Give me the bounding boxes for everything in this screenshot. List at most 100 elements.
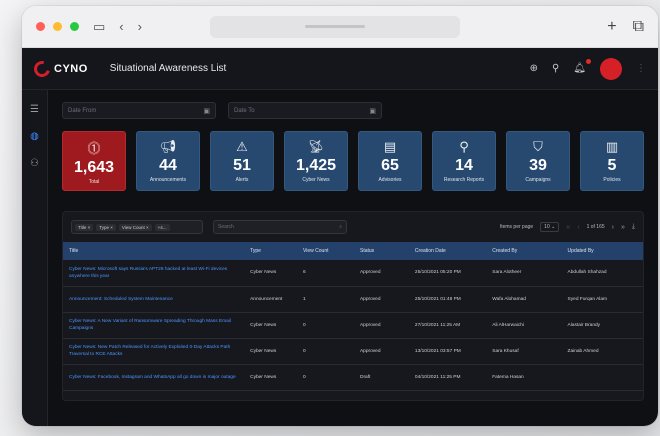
cyno-logo[interactable]: CYNO xyxy=(31,57,88,80)
row-title-link[interactable]: Announcement: Scheduled System Maintenan… xyxy=(63,286,245,313)
table-row[interactable]: Announcement: Scheduled System Maintenan… xyxy=(63,286,643,313)
row-title-link[interactable]: Cyber News: New Patch Released for Activ… xyxy=(63,338,245,365)
row-status: Draft xyxy=(353,364,409,391)
notifications-bell-icon[interactable]: 🔔︎ xyxy=(573,59,591,74)
search-icon[interactable]: ⌕ xyxy=(339,224,342,230)
table-toolbar: Title × Type × View Count × +4... Search… xyxy=(63,220,643,242)
minimize-window-button[interactable] xyxy=(53,22,62,31)
row-created-by: Ali AlHarwaichi xyxy=(486,312,562,339)
first-page-icon[interactable]: « xyxy=(566,224,570,231)
main-content: Date From ▣ Date To ▣ ⓵ 1,643 Total 📢︎ 4… xyxy=(48,90,658,426)
column-header-created-by[interactable]: Created By xyxy=(486,242,562,260)
column-header-title[interactable]: Title xyxy=(63,242,245,260)
column-header-view-count[interactable]: View Count xyxy=(297,242,354,260)
card-policies[interactable]: ▥ 5 Policies xyxy=(580,131,644,191)
bookmark-icon: ⛉ xyxy=(533,139,543,154)
calendar-icon[interactable]: ▣ xyxy=(203,107,210,115)
logo-text: CYNO xyxy=(54,62,88,75)
column-header-updated-by[interactable]: Updated By xyxy=(561,242,643,260)
back-icon[interactable]: ‹ xyxy=(119,19,123,34)
last-page-icon[interactable]: » xyxy=(621,224,625,231)
card-label: Policies xyxy=(603,177,621,183)
chip-view-count[interactable]: View Count × xyxy=(118,223,152,231)
card-advisories[interactable]: ▤ 65 Advisories xyxy=(358,131,422,191)
column-header-creation-date[interactable]: Creation Date xyxy=(408,242,487,260)
card-campaigns[interactable]: ⛉ 39 Campaigns xyxy=(506,131,570,191)
date-filters: Date From ▣ Date To ▣ xyxy=(62,102,644,119)
row-title-link[interactable]: Cyber News: A New Variant of Ransomware … xyxy=(63,312,245,339)
card-value: 1,643 xyxy=(73,158,115,176)
new-tab-icon[interactable]: + xyxy=(607,18,616,36)
chip-title[interactable]: Title × xyxy=(75,223,94,231)
calendar-icon[interactable]: ▣ xyxy=(369,107,376,115)
app-root: CYNO Situational Awareness List ⊕ ⚲ 🔔︎ ⋮… xyxy=(22,48,658,426)
row-created-by: Wafa Alohamad xyxy=(486,286,562,313)
row-created-by: Fatema Hasan xyxy=(486,364,562,391)
left-sidebar: ☰ ◍ ⚇ xyxy=(22,90,48,426)
card-value: 1,425 xyxy=(295,157,337,174)
column-filter-chips[interactable]: Title × Type × View Count × +4... xyxy=(71,220,203,234)
user-nav-icon[interactable]: ⚇ xyxy=(30,158,39,169)
address-bar[interactable] xyxy=(209,15,460,38)
table-row[interactable]: Cyber News: A New Variant of Ransomware … xyxy=(63,312,643,339)
table-row[interactable]: Cyber News: Facebook, Instagram and What… xyxy=(63,364,643,391)
next-page-icon[interactable]: › xyxy=(612,224,614,231)
row-created-by: Sara Alotheer xyxy=(486,260,562,287)
user-profile-icon[interactable]: ⚲ xyxy=(552,63,559,74)
alert-icon: ⚠︎ xyxy=(236,139,248,154)
card-value: 51 xyxy=(233,157,251,174)
date-from-input[interactable]: Date From ▣ xyxy=(62,102,216,119)
row-type: Cyber News xyxy=(244,338,298,365)
row-creation-date: 25/10/2021 05:20 PM xyxy=(408,260,487,287)
menu-hamburger-icon[interactable]: ☰ xyxy=(30,104,39,115)
card-cyber-news[interactable]: 📡︎ 1,425 Cyber News xyxy=(284,131,348,191)
row-title-link[interactable]: Cyber News: Facebook, Instagram and What… xyxy=(63,364,245,391)
card-total[interactable]: ⓵ 1,643 Total xyxy=(62,131,126,191)
more-menu-icon[interactable]: ⋮ xyxy=(636,63,646,74)
row-type: Cyber News xyxy=(244,260,298,287)
notification-badge xyxy=(586,59,591,64)
items-per-page-label: Items per page xyxy=(499,224,534,230)
globe-nav-icon[interactable]: ◍ xyxy=(30,131,39,142)
table-row[interactable]: Cyber News: Microsoft says Russia's APT2… xyxy=(63,260,643,287)
avatar[interactable] xyxy=(600,57,622,80)
card-label: Research Reports xyxy=(443,177,485,183)
search-input[interactable]: Search ⌕ xyxy=(213,220,347,234)
tabs-overview-icon[interactable]: ⧉ xyxy=(633,18,644,36)
pagination: Items per page 10 ⌄ « ‹ 1 of 165 › » ⤓ xyxy=(500,222,635,232)
card-research-reports[interactable]: ⚲ 14 Research Reports xyxy=(432,131,496,191)
chip-type[interactable]: Type × xyxy=(96,223,116,231)
date-to-placeholder: Date To xyxy=(234,107,255,114)
row-view-count: 1 xyxy=(297,286,354,313)
close-window-button[interactable] xyxy=(36,22,45,31)
awareness-table: Title Type View Count Status Creation Da… xyxy=(63,242,643,391)
card-label: Campaigns xyxy=(525,177,551,183)
row-status: Approved xyxy=(353,260,409,287)
chip-more[interactable]: +4... xyxy=(154,223,170,231)
card-announcements[interactable]: 📢︎ 44 Announcements xyxy=(136,131,200,191)
summary-cards: ⓵ 1,643 Total 📢︎ 44 Announcements ⚠︎ 51 … xyxy=(62,131,644,191)
column-header-status[interactable]: Status xyxy=(353,242,409,260)
card-value: 39 xyxy=(529,157,547,174)
table-row[interactable]: Cyber News: New Patch Released for Activ… xyxy=(63,338,643,365)
logo-mark-icon xyxy=(31,57,53,80)
card-alerts[interactable]: ⚠︎ 51 Alerts xyxy=(210,131,274,191)
row-status: Approved xyxy=(353,338,409,365)
items-per-page-select[interactable]: 10 ⌄ xyxy=(540,222,560,232)
card-label: Cyber News xyxy=(302,177,330,183)
row-creation-date: 25/10/2021 01:48 PM xyxy=(408,286,487,313)
prev-page-icon[interactable]: ‹ xyxy=(577,224,579,231)
column-header-type[interactable]: Type xyxy=(244,242,298,260)
total-icon: ⓵ xyxy=(87,140,101,156)
row-creation-date: 04/10/2021 11:25 PM xyxy=(408,364,487,391)
row-view-count: 6 xyxy=(297,260,354,287)
date-to-input[interactable]: Date To ▣ xyxy=(228,102,382,119)
download-icon[interactable]: ⤓ xyxy=(632,223,635,231)
row-title-link[interactable]: Cyber News: Microsoft says Russia's APT2… xyxy=(63,260,245,287)
forward-icon[interactable]: › xyxy=(138,19,142,34)
language-globe-icon[interactable]: ⊕ xyxy=(530,63,538,74)
row-updated-by: Syed Furqan Alam xyxy=(561,286,643,313)
maximize-window-button[interactable] xyxy=(70,22,79,31)
sidebar-toggle-icon[interactable]: ▭ xyxy=(93,19,105,35)
row-created-by: Sara Khusaf xyxy=(486,338,562,365)
